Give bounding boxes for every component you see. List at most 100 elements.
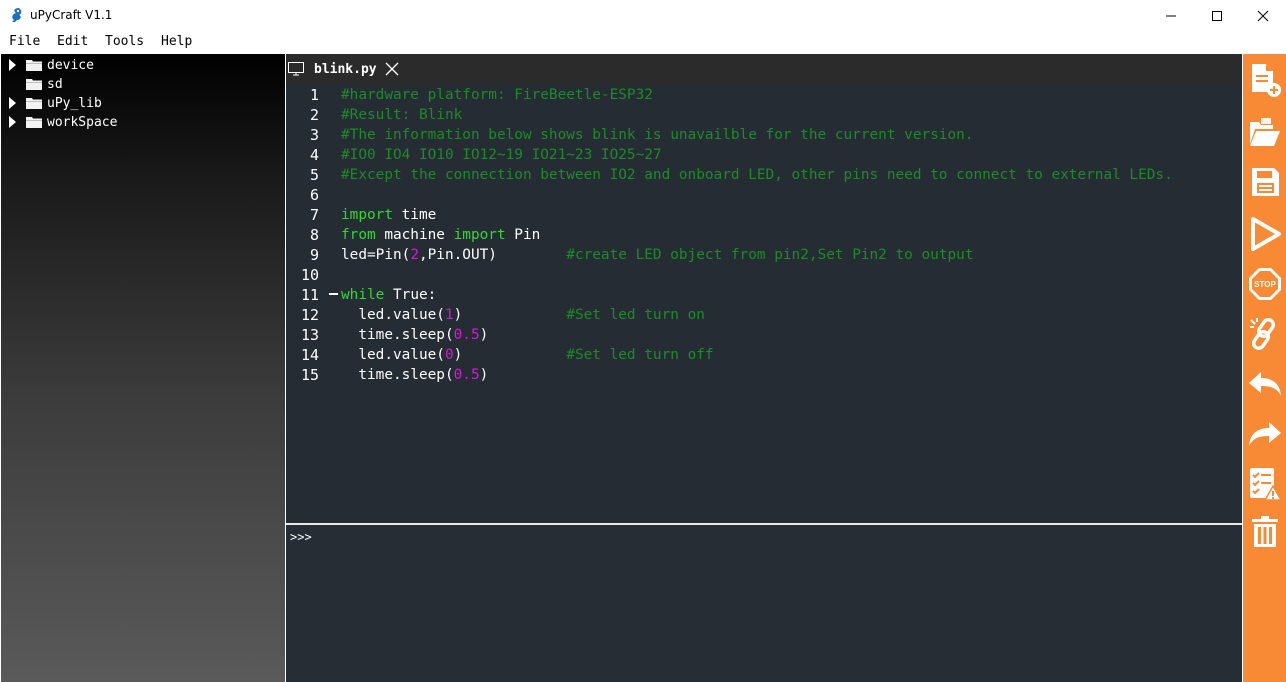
menu-edit[interactable]: Edit [57,34,88,49]
maximize-button[interactable] [1194,0,1240,31]
code-line[interactable]: led.value(0) #Set led turn off [341,345,714,365]
code-token: ) [453,347,567,363]
close-button[interactable] [1240,0,1286,31]
line-number: 5 [309,166,319,184]
code-text-area[interactable]: #hardware platform: FireBeetle-ESP32 #Res… [341,84,1241,524]
file-tree: device sd uPy_lib workSpace [1,54,285,682]
editor-tab-bar: blink.py [286,54,1242,84]
tree-label: device [47,58,94,73]
code-line[interactable]: #IO0 IO4 IO10 IO12~19 IO21~23 IO25~27 [341,145,662,165]
connect-button[interactable] [1245,312,1285,356]
new-file-button[interactable] [1245,58,1285,102]
menu-bar: File Edit Tools Help [0,31,1286,53]
minimize-button[interactable] [1148,0,1194,31]
code-token: ,Pin.OUT) [418,247,567,263]
close-icon [1257,10,1269,21]
code-line[interactable]: time.sleep(0.5) [341,365,488,385]
expand-arrow-icon[interactable] [9,116,16,128]
code-keyword: import [341,207,393,223]
code-token: True: [384,287,437,303]
tab-close-icon[interactable] [384,61,400,77]
code-keyword: while [341,287,385,303]
code-line[interactable]: led=Pin(2,Pin.OUT) #create LED object fr… [341,245,973,265]
line-number: 3 [309,126,319,144]
expand-arrow-icon[interactable] [9,97,16,109]
line-number: 9 [309,246,319,264]
menu-help[interactable]: Help [161,34,192,49]
open-file-button[interactable] [1245,110,1285,154]
code-line[interactable]: led.value(1) #Set led turn on [341,305,705,325]
stop-button[interactable]: STOP [1245,262,1285,306]
clear-button[interactable] [1245,510,1285,554]
line-number: 2 [309,106,319,124]
code-number: 2 [410,247,419,263]
stop-icon: STOP [1249,268,1281,300]
download-run-button[interactable] [1245,212,1285,256]
code-number: 0.5 [453,327,480,343]
code-comment: #The information below shows blink is un… [341,127,974,143]
folder-icon [26,98,42,109]
code-token: ) [479,367,489,383]
line-number: 12 [300,306,319,324]
app-logo-icon [12,8,22,22]
window-title: uPyCraft V1.1 [30,8,113,22]
code-keyword: import [453,227,506,243]
code-editor[interactable]: 1 2 3 4 5 6 7 8 9 10 11 12 13 14 15 #hardware platform… [286,84,1242,524]
code-token: time.sleep( [341,327,454,343]
open-folder-icon [1250,118,1280,146]
code-line[interactable]: #The information below shows blink is un… [341,125,973,145]
redo-button[interactable] [1245,412,1285,456]
code-line[interactable]: import time [341,205,436,225]
clear-icon [1252,516,1278,547]
expand-arrow-icon[interactable] [9,59,16,71]
terminal-prompt: >>> [290,530,312,544]
code-token: ) [453,307,567,323]
undo-button[interactable] [1245,362,1285,406]
tree-label: workSpace [47,115,118,130]
code-comment: #Set led turn off [566,347,714,363]
line-number: 14 [300,346,319,364]
folder-icon [26,79,42,90]
download-run-icon [1251,217,1281,251]
new-file-icon [1252,64,1281,97]
right-toolbar: STOP [1242,54,1286,682]
code-line[interactable]: time.sleep(0.5) [341,325,488,345]
save-button[interactable] [1245,160,1285,204]
code-comment: #Result: Blink [341,107,463,123]
connect-icon [1250,317,1276,351]
code-line[interactable]: from machine import Pin [341,225,540,245]
code-token: time.sleep( [341,367,454,383]
line-number: 8 [309,226,319,244]
tree-item-sd[interactable]: sd [1,75,285,93]
code-token: Pin [505,227,541,243]
code-line[interactable]: #Result: Blink [341,105,462,125]
code-comment: #Set led turn on [566,307,705,323]
code-token: ) [479,327,489,343]
line-number-gutter: 1 2 3 4 5 6 7 8 9 10 11 12 13 14 15 [286,84,340,524]
code-token: led=Pin( [341,247,411,263]
code-comment: #IO0 IO4 IO10 IO12~19 IO21~23 IO25~27 [341,147,662,163]
svg-text:STOP: STOP [1254,280,1276,289]
tree-item-upy-lib[interactable]: uPy_lib [1,94,285,112]
tree-label: uPy_lib [47,96,102,111]
syntax-check-button[interactable] [1245,462,1285,506]
line-number: 15 [300,366,319,384]
line-number: 4 [309,146,319,164]
code-line[interactable]: while True: [341,285,436,305]
code-comment: #hardware platform: FireBeetle-ESP32 [341,87,653,103]
tab-blink-py[interactable]: blink.py [286,54,406,84]
title-bar: uPyCraft V1.1 [0,0,1286,31]
code-keyword: from [341,227,376,243]
fold-marker-icon[interactable] [329,293,338,295]
menu-file[interactable]: File [9,34,40,49]
menu-tools[interactable]: Tools [105,34,144,49]
folder-icon [26,117,42,128]
code-number: 0 [444,347,454,363]
code-line[interactable]: #Except the connection between IO2 and o… [341,165,1173,185]
tree-item-device[interactable]: device [1,56,285,74]
code-number: 0.5 [453,367,480,383]
maximize-icon [1212,10,1222,21]
code-line[interactable]: #hardware platform: FireBeetle-ESP32 [341,85,653,105]
terminal-console[interactable]: >>> [286,525,1242,682]
tree-item-workspace[interactable]: workSpace [1,113,285,131]
